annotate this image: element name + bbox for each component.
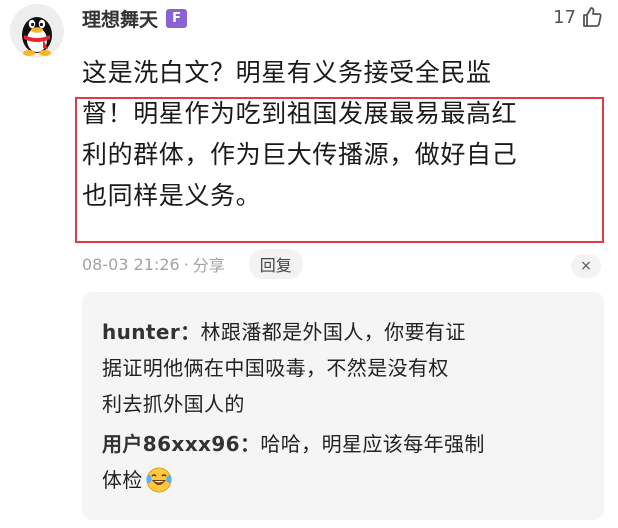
username[interactable]: 理想舞天: [82, 5, 158, 32]
reply-line: 据证明他俩在中国吸毒，不然是没有权: [102, 356, 449, 380]
meta-separator: ·: [183, 254, 189, 274]
share-link[interactable]: 分享: [193, 252, 225, 276]
reply-button[interactable]: 回复: [248, 249, 303, 279]
avatar[interactable]: [10, 4, 64, 58]
vip-badge-icon: F: [166, 8, 188, 28]
reply-line: 体检: [102, 462, 584, 505]
reply-line: hunter：林跟潘都是外国人，你要有证: [102, 314, 584, 350]
comment-body: 这是洗白文？明星有义务接受全民监 督！明星作为吃到祖国发展最易最高红 利的群体，…: [82, 52, 602, 216]
replies-panel: hunter：林跟潘都是外国人，你要有证 据证明他俩在中国吸毒，不然是没有权 利…: [82, 292, 604, 520]
timestamp: 08-03 21:26: [82, 254, 180, 274]
reply-item[interactable]: 用户86xxx96：哈哈，明星应该每年强制 体检: [102, 426, 584, 505]
comment-line: 利的群体，作为巨大传播源，做好自己: [82, 140, 518, 169]
thumbs-up-icon: [583, 7, 602, 27]
like-count: 17: [553, 6, 576, 28]
comment-line: 这是洗白文？明星有义务接受全民监: [82, 58, 492, 87]
laughing-tears-emoji-icon: [145, 466, 173, 505]
reply-line: 用户86xxx96：哈哈，明星应该每年强制: [102, 426, 584, 462]
qq-penguin-icon: [10, 4, 64, 58]
close-icon[interactable]: ×: [571, 254, 601, 278]
like-button[interactable]: 17: [553, 3, 604, 31]
comment-author[interactable]: 理想舞天 F: [82, 4, 188, 32]
comment-meta: 08-03 21:26 · 分享 回复: [82, 249, 303, 279]
reply-line: 利去抓外国人的: [102, 392, 245, 416]
reply-item[interactable]: hunter：林跟潘都是外国人，你要有证 据证明他俩在中国吸毒，不然是没有权 利…: [102, 314, 584, 422]
reply-text: 哈哈，明星应该每年强制: [260, 432, 485, 456]
comment-line: 也同样是义务。: [82, 181, 262, 210]
reply-author[interactable]: 用户86xxx96：: [102, 432, 260, 456]
reply-text: 林跟潘都是外国人，你要有证: [200, 320, 466, 344]
reply-author[interactable]: hunter：: [102, 320, 201, 344]
reply-text: 体检: [102, 468, 143, 492]
comment-line: 督！明星作为吃到祖国发展最易最高红: [82, 99, 518, 128]
